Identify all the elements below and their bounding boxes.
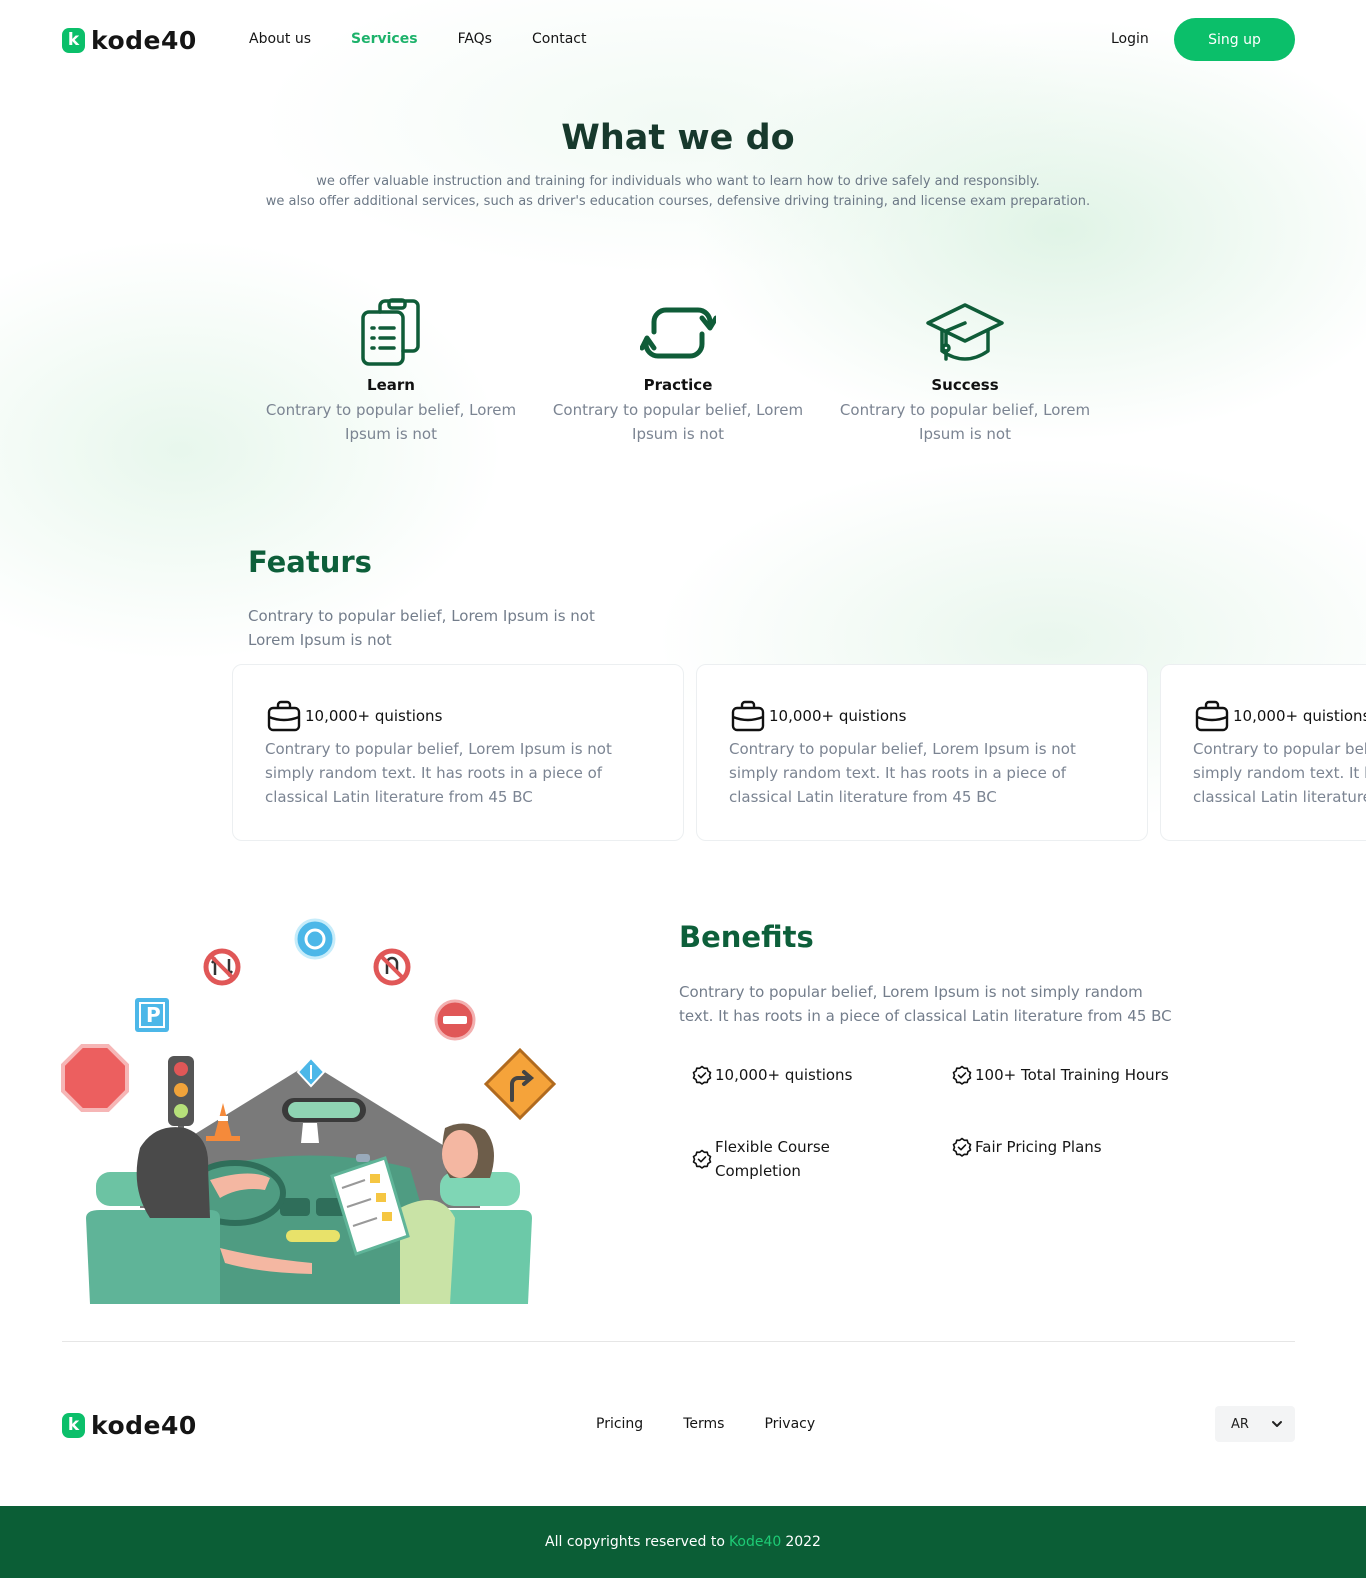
features-title: Featurs	[248, 545, 372, 579]
benefit-label: 10,000+ quistions	[715, 1066, 853, 1084]
hero-subtitle-line-1: we offer valuable instruction and traini…	[316, 174, 1040, 189]
feature-card-title: 10,000+ quistions	[305, 707, 443, 725]
no-entry-sign-icon	[434, 999, 476, 1041]
header-logo[interactable]: k kode40	[62, 26, 197, 55]
feature-card-title: 10,000+ quistions	[769, 707, 907, 725]
no-overtake-sign-icon	[203, 948, 241, 986]
feature-card: 10,000+ quistions Contrary to popular be…	[232, 664, 684, 841]
logo-text: kode40	[91, 1411, 197, 1440]
step-title: Practice	[643, 376, 713, 394]
logo-text: kode40	[91, 26, 197, 55]
step-description: Contrary to popular belief, Lorem Ipsum …	[552, 401, 804, 443]
briefcase-icon	[267, 700, 301, 732]
footer-link-terms[interactable]: Terms	[683, 1416, 724, 1432]
check-badge-icon	[692, 1149, 712, 1169]
benefit-item: 100+ Total Training Hours	[952, 1063, 1169, 1087]
step-learn: Learn Contrary to popular belief, Lorem …	[261, 298, 521, 446]
feature-card: 10,000+ quistions Contrary to popular be…	[1160, 664, 1366, 841]
logo-mark-icon: k	[62, 28, 85, 53]
turn-right-sign-icon	[483, 1047, 557, 1121]
benefit-item: Fair Pricing Plans	[952, 1135, 1102, 1159]
main-nav: About us Services FAQs Contact	[249, 31, 586, 47]
svg-text:P: P	[146, 1003, 161, 1027]
benefit-label: Fair Pricing Plans	[975, 1138, 1102, 1156]
nav-contact[interactable]: Contact	[532, 31, 586, 47]
benefits-title: Benefits	[679, 920, 814, 954]
feature-card: 10,000+ quistions Contrary to popular be…	[696, 664, 1148, 841]
step-success: Success Contrary to popular belief, Lore…	[835, 298, 1095, 446]
stop-sign-icon	[61, 1044, 129, 1112]
feature-card-text: Contrary to popular belief, Lorem Ipsum …	[1193, 740, 1366, 806]
page: k kode40 About us Services FAQs Contact …	[0, 0, 1366, 1578]
benefit-label: Flexible Course Completion	[715, 1138, 830, 1180]
copyright-bar: All copyrights reserved to Kode40 2022	[0, 1506, 1366, 1578]
parking-sign-icon: P	[135, 998, 169, 1032]
hero-subtitle: we offer valuable instruction and traini…	[0, 172, 1356, 212]
features-subtitle-line-1: Contrary to popular belief, Lorem Ipsum …	[248, 607, 595, 625]
language-value: AR	[1231, 1416, 1249, 1432]
nav-services[interactable]: Services	[351, 31, 418, 47]
copyright-brand[interactable]: Kode40	[729, 1534, 781, 1550]
footer-link-pricing[interactable]: Pricing	[596, 1416, 643, 1432]
features-subtitle: Contrary to popular belief, Lorem Ipsum …	[248, 604, 595, 652]
step-description: Contrary to popular belief, Lorem Ipsum …	[839, 401, 1091, 443]
language-select[interactable]: AR	[1215, 1406, 1295, 1442]
step-description: Contrary to popular belief, Lorem Ipsum …	[265, 401, 517, 443]
feature-card-text: Contrary to popular belief, Lorem Ipsum …	[265, 740, 612, 806]
footer-divider	[62, 1341, 1295, 1342]
benefits-text: Contrary to popular belief, Lorem Ipsum …	[679, 983, 1172, 1025]
footer-links: Pricing Terms Privacy	[596, 1416, 815, 1432]
signup-button[interactable]: Sing up	[1174, 18, 1295, 61]
login-link[interactable]: Login	[1111, 31, 1149, 47]
footer-logo[interactable]: k kode40	[62, 1411, 197, 1440]
check-badge-icon	[952, 1065, 972, 1085]
logo-mark-icon: k	[62, 1413, 85, 1438]
clipboard-list-icon	[261, 298, 521, 368]
step-title: Learn	[367, 376, 415, 394]
copyright-prefix: All copyrights reserved to	[545, 1534, 725, 1550]
roundabout-sign-icon	[294, 918, 336, 960]
no-uturn-sign-icon	[373, 948, 411, 986]
check-badge-icon	[692, 1065, 712, 1085]
briefcase-icon	[1195, 700, 1229, 732]
feature-card-title: 10,000+ quistions	[1233, 707, 1366, 725]
footer-link-privacy[interactable]: Privacy	[764, 1416, 815, 1432]
driving-lesson-illustration: P	[61, 918, 557, 1304]
chevron-down-icon	[1271, 1421, 1282, 1427]
nav-about-us[interactable]: About us	[249, 31, 311, 47]
check-badge-icon	[952, 1137, 972, 1157]
feature-card-text: Contrary to popular belief, Lorem Ipsum …	[729, 740, 1076, 806]
step-practice: Practice Contrary to popular belief, Lor…	[548, 298, 808, 446]
refresh-arrows-icon	[548, 298, 808, 368]
hero-subtitle-line-2: we also offer additional services, such …	[265, 194, 1091, 209]
benefit-item: 10,000+ quistions	[692, 1063, 852, 1087]
nav-faqs[interactable]: FAQs	[458, 31, 492, 47]
features-subtitle-line-2: Lorem Ipsum is not	[248, 631, 392, 649]
page-title: What we do	[561, 118, 795, 158]
step-title: Success	[931, 376, 999, 394]
graduation-cap-icon	[835, 298, 1095, 368]
benefit-item: Flexible Course Completion	[692, 1135, 842, 1183]
copyright-year: 2022	[785, 1534, 821, 1550]
briefcase-icon	[731, 700, 765, 732]
benefit-label: 100+ Total Training Hours	[975, 1066, 1169, 1084]
